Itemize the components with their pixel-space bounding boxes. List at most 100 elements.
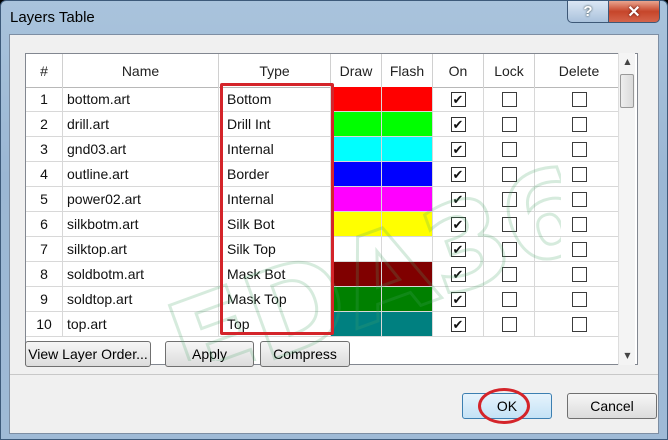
scroll-down-icon[interactable]: ▼ bbox=[620, 348, 635, 363]
lock-checkbox[interactable] bbox=[501, 241, 517, 257]
layer-name[interactable]: soldtop.art bbox=[63, 287, 219, 312]
draw-color-swatch[interactable] bbox=[331, 162, 382, 187]
layer-name[interactable]: top.art bbox=[63, 312, 219, 337]
lock-checkbox[interactable] bbox=[501, 116, 517, 132]
lock-checkbox[interactable] bbox=[501, 291, 517, 307]
column-header-draw[interactable]: Draw bbox=[331, 54, 382, 87]
scroll-thumb[interactable] bbox=[620, 74, 634, 108]
draw-color-swatch[interactable] bbox=[331, 87, 382, 112]
layer-type[interactable]: Internal bbox=[219, 187, 331, 212]
layer-name[interactable]: drill.art bbox=[63, 112, 219, 137]
delete-checkbox[interactable] bbox=[571, 91, 587, 107]
table-row[interactable]: 8 soldbotm.art Mask Bot ✔ bbox=[26, 262, 624, 287]
close-button[interactable]: ✕ bbox=[608, 1, 660, 23]
draw-color-swatch[interactable] bbox=[331, 262, 382, 287]
on-checkbox[interactable]: ✔ bbox=[450, 291, 466, 307]
on-checkbox[interactable]: ✔ bbox=[450, 266, 466, 282]
column-header-number[interactable]: # bbox=[26, 54, 63, 87]
draw-color-swatch[interactable] bbox=[331, 312, 382, 337]
table-row[interactable]: 7 silktop.art Silk Top ✔ bbox=[26, 237, 624, 262]
lock-checkbox[interactable] bbox=[501, 316, 517, 332]
flash-color-swatch[interactable] bbox=[382, 237, 433, 262]
layer-type[interactable]: Internal bbox=[219, 137, 331, 162]
layer-type[interactable]: Drill Int bbox=[219, 112, 331, 137]
draw-color-swatch[interactable] bbox=[331, 212, 382, 237]
on-checkbox[interactable]: ✔ bbox=[450, 316, 466, 332]
vertical-scrollbar[interactable]: ▲ ▼ bbox=[618, 53, 635, 365]
delete-checkbox[interactable] bbox=[571, 241, 587, 257]
delete-checkbox[interactable] bbox=[571, 291, 587, 307]
lock-checkbox[interactable] bbox=[501, 216, 517, 232]
layer-type[interactable]: Mask Top bbox=[219, 287, 331, 312]
on-checkbox[interactable]: ✔ bbox=[450, 116, 466, 132]
delete-checkbox[interactable] bbox=[571, 316, 587, 332]
help-button[interactable]: ? bbox=[567, 1, 609, 23]
ok-button[interactable]: OK bbox=[462, 393, 552, 419]
lock-checkbox[interactable] bbox=[501, 91, 517, 107]
layer-name[interactable]: soldbotm.art bbox=[63, 262, 219, 287]
layer-name[interactable]: bottom.art bbox=[63, 87, 219, 112]
draw-color-swatch[interactable] bbox=[331, 112, 382, 137]
compress-button[interactable]: Compress bbox=[260, 341, 350, 367]
column-header-delete[interactable]: Delete bbox=[535, 54, 624, 87]
on-checkbox[interactable]: ✔ bbox=[450, 91, 466, 107]
on-checkbox[interactable]: ✔ bbox=[450, 166, 466, 182]
table-row[interactable]: 1 bottom.art Bottom ✔ bbox=[26, 87, 624, 112]
delete-checkbox[interactable] bbox=[571, 141, 587, 157]
layer-name[interactable]: outline.art bbox=[63, 162, 219, 187]
draw-color-swatch[interactable] bbox=[331, 187, 382, 212]
delete-checkbox[interactable] bbox=[571, 191, 587, 207]
layer-name[interactable]: gnd03.art bbox=[63, 137, 219, 162]
table-row[interactable]: 9 soldtop.art Mask Top ✔ bbox=[26, 287, 624, 312]
draw-color-swatch[interactable] bbox=[331, 137, 382, 162]
column-header-name[interactable]: Name bbox=[63, 54, 219, 87]
layer-type[interactable]: Mask Bot bbox=[219, 262, 331, 287]
flash-color-swatch[interactable] bbox=[382, 162, 433, 187]
layer-type[interactable]: Top bbox=[219, 312, 331, 337]
on-checkbox[interactable]: ✔ bbox=[450, 216, 466, 232]
table-row[interactable]: 10 top.art Top ✔ bbox=[26, 312, 624, 337]
lock-checkbox[interactable] bbox=[501, 141, 517, 157]
delete-checkbox[interactable] bbox=[571, 166, 587, 182]
table-row[interactable]: 3 gnd03.art Internal ✔ bbox=[26, 137, 624, 162]
delete-checkbox[interactable] bbox=[571, 216, 587, 232]
layer-type[interactable]: Bottom bbox=[219, 87, 331, 112]
flash-color-swatch[interactable] bbox=[382, 312, 433, 337]
layer-name[interactable]: silkbotm.art bbox=[63, 212, 219, 237]
lock-checkbox[interactable] bbox=[501, 191, 517, 207]
flash-color-swatch[interactable] bbox=[382, 262, 433, 287]
delete-checkbox[interactable] bbox=[571, 116, 587, 132]
scroll-up-icon[interactable]: ▲ bbox=[620, 54, 635, 69]
on-checkbox[interactable]: ✔ bbox=[450, 141, 466, 157]
lock-checkbox[interactable] bbox=[501, 266, 517, 282]
flash-color-swatch[interactable] bbox=[382, 137, 433, 162]
table-row[interactable]: 2 drill.art Drill Int ✔ bbox=[26, 112, 624, 137]
cancel-button[interactable]: Cancel bbox=[567, 393, 657, 419]
lock-checkbox[interactable] bbox=[501, 166, 517, 182]
column-header-on[interactable]: On bbox=[433, 54, 484, 87]
delete-checkbox[interactable] bbox=[571, 266, 587, 282]
flash-color-swatch[interactable] bbox=[382, 212, 433, 237]
on-checkbox[interactable]: ✔ bbox=[450, 191, 466, 207]
layer-type[interactable]: Silk Top bbox=[219, 237, 331, 262]
apply-button[interactable]: Apply bbox=[165, 341, 254, 367]
draw-color-swatch[interactable] bbox=[331, 287, 382, 312]
flash-color-swatch[interactable] bbox=[382, 287, 433, 312]
flash-color-swatch[interactable] bbox=[382, 87, 433, 112]
layer-name[interactable]: silktop.art bbox=[63, 237, 219, 262]
column-header-type[interactable]: Type bbox=[219, 54, 331, 87]
table-row[interactable]: 5 power02.art Internal ✔ bbox=[26, 187, 624, 212]
title-bar[interactable]: Layers Table ? ✕ bbox=[1, 1, 667, 35]
flash-color-swatch[interactable] bbox=[382, 187, 433, 212]
on-checkbox[interactable]: ✔ bbox=[450, 241, 466, 257]
draw-color-swatch[interactable] bbox=[331, 237, 382, 262]
column-header-lock[interactable]: Lock bbox=[484, 54, 535, 87]
column-header-flash[interactable]: Flash bbox=[382, 54, 433, 87]
layer-type[interactable]: Border bbox=[219, 162, 331, 187]
table-row[interactable]: 4 outline.art Border ✔ bbox=[26, 162, 624, 187]
table-row[interactable]: 6 silkbotm.art Silk Bot ✔ bbox=[26, 212, 624, 237]
layer-name[interactable]: power02.art bbox=[63, 187, 219, 212]
flash-color-swatch[interactable] bbox=[382, 112, 433, 137]
layer-type[interactable]: Silk Bot bbox=[219, 212, 331, 237]
view-layer-order-button[interactable]: View Layer Order... bbox=[25, 341, 151, 367]
